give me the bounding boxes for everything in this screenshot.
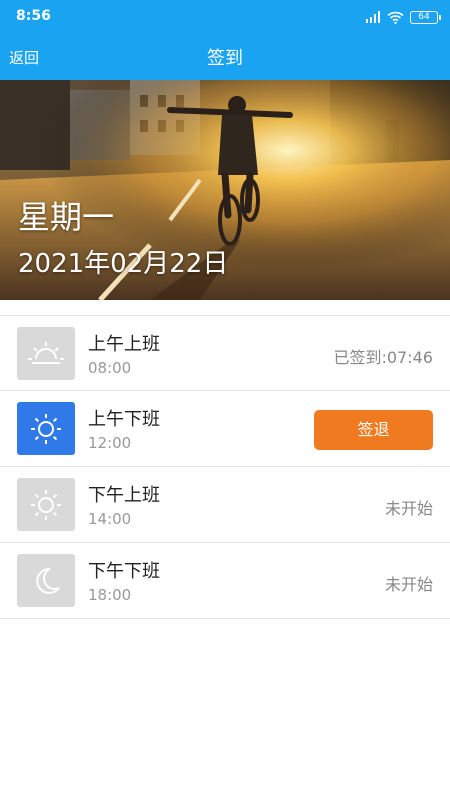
- not-started-status: 未开始: [384, 499, 433, 518]
- attendance-list: 上午上班 08:00 已签到:07:46 上午下班 12:00 签退 下午上班 …: [0, 315, 450, 619]
- attendance-row-afternoon-in: 下午上班 14:00 未开始: [0, 467, 450, 543]
- date-label: 2021年02月22日: [18, 249, 229, 279]
- battery-icon: 64: [410, 10, 441, 24]
- sun-icon: [17, 478, 75, 531]
- weekday-label: 星期一: [18, 198, 115, 236]
- row-label: 下午上班: [88, 485, 160, 506]
- wifi-icon: [387, 11, 404, 24]
- row-label: 上午下班: [88, 409, 160, 430]
- row-label: 下午下班: [88, 561, 160, 582]
- page-title: 签到: [207, 48, 243, 69]
- sunrise-icon: [17, 327, 75, 380]
- moon-icon: [17, 554, 75, 607]
- attendance-row-afternoon-out: 下午下班 18:00 未开始: [0, 543, 450, 619]
- status-bar: 8:56 64: [0, 0, 450, 34]
- signed-in-status: 已签到:07:46: [333, 348, 433, 367]
- attendance-row-morning-in: 上午上班 08:00 已签到:07:46: [0, 315, 450, 391]
- clock: 8:56: [16, 8, 51, 24]
- navigation-bar: 返回 签到: [0, 34, 450, 80]
- row-label: 上午上班: [88, 334, 160, 355]
- sun-icon: [17, 402, 75, 455]
- not-started-status: 未开始: [384, 575, 433, 594]
- sign-out-button[interactable]: 签退: [314, 410, 433, 450]
- system-icons: 64: [365, 9, 441, 25]
- row-time: 08:00: [88, 359, 132, 377]
- signal-icon: [366, 11, 380, 23]
- attendance-row-morning-out: 上午下班 12:00 签退: [0, 391, 450, 467]
- row-time: 18:00: [88, 586, 132, 604]
- header-bar: 8:56 64 返回 签到: [0, 0, 450, 80]
- banner-image: 星期一 2021年02月22日: [0, 80, 450, 300]
- row-time: 12:00: [88, 434, 132, 452]
- row-time: 14:00: [88, 510, 132, 528]
